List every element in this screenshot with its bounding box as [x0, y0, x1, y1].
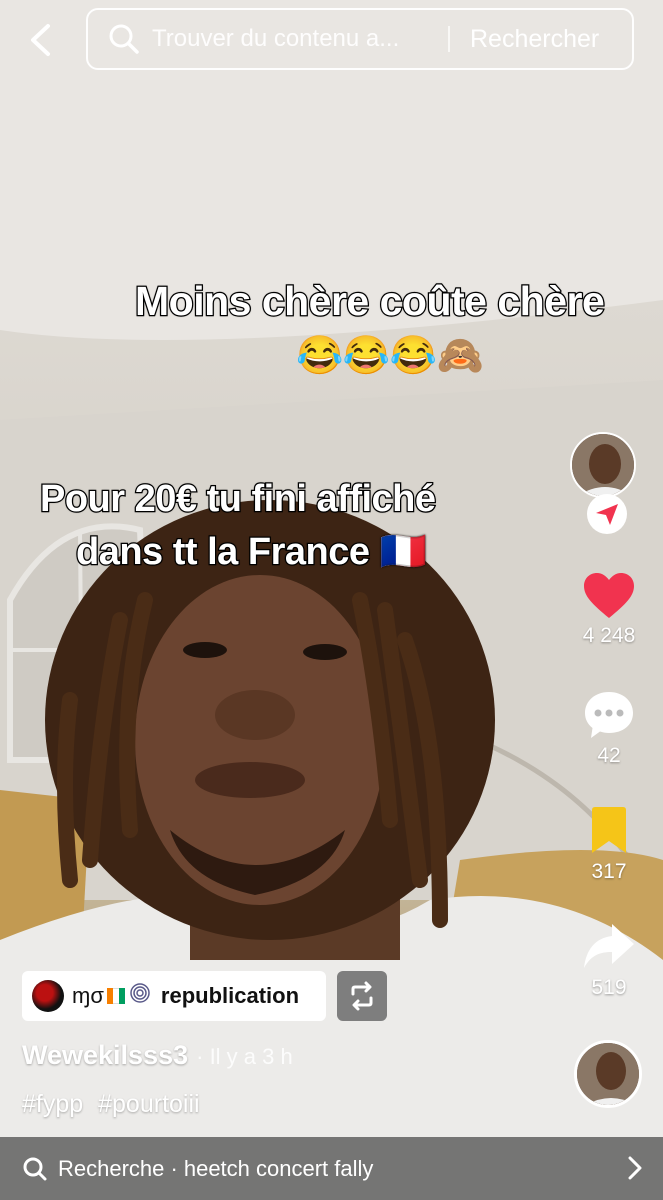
hashtag[interactable]: #fypp	[22, 1090, 83, 1118]
save-button[interactable]: 317	[569, 806, 649, 884]
caption-line-3: dans tt la France 🇫🇷	[75, 530, 428, 575]
related-search-query: heetch concert fally	[183, 1155, 374, 1181]
like-count: 4 248	[582, 624, 636, 647]
comment-button[interactable]: 42	[569, 690, 649, 768]
follow-button[interactable]	[587, 494, 627, 534]
hashtag[interactable]: #pourtoiii	[98, 1090, 199, 1118]
caption-line-2: Pour 20€ tu fini affiché	[39, 477, 438, 522]
search-button[interactable]: Rechercher	[470, 25, 599, 54]
author-line: Wewekilsss3 · Il y a 3 h	[22, 1040, 293, 1071]
repost-user-avatar	[32, 980, 64, 1012]
chevron-right-icon	[627, 1155, 643, 1186]
repost-label: republication	[160, 983, 300, 1008]
share-count: 519	[591, 976, 627, 999]
heart-icon	[584, 573, 634, 618]
save-count: 317	[591, 860, 627, 883]
caption-emoji-line: 😂😂😂🙈	[296, 335, 484, 377]
bookmark-icon	[592, 807, 626, 853]
comment-icon	[585, 692, 633, 738]
post-time: · Il y a 3 h	[196, 1044, 293, 1069]
repost-username: ɱσ	[72, 983, 104, 1008]
share-button[interactable]: 519	[569, 922, 649, 1000]
back-button[interactable]	[20, 18, 60, 62]
search-input[interactable]	[152, 19, 442, 59]
related-search-bar[interactable]: Recherche · heetch concert fally	[0, 1137, 663, 1200]
related-search-label: Recherche ·	[58, 1155, 178, 1181]
ivory-coast-flag-icon	[106, 988, 125, 1004]
creator-avatar[interactable]	[570, 432, 636, 498]
repost-icon	[351, 981, 373, 1011]
caption-line-1: Moins chère coûte chère	[134, 277, 606, 326]
hashtags: #fypp #pourtoiii	[22, 1090, 208, 1119]
search-divider	[448, 26, 450, 52]
sound-disc[interactable]	[574, 1040, 642, 1108]
share-icon	[584, 924, 634, 968]
fingerprint-icon	[129, 982, 151, 1010]
repost-chip[interactable]: ɱσ republication	[22, 971, 326, 1021]
search-icon	[22, 1155, 50, 1183]
search-icon	[108, 22, 142, 56]
repost-button[interactable]	[337, 971, 387, 1021]
send-icon	[596, 504, 618, 525]
like-button[interactable]: 4 248	[569, 572, 649, 648]
chevron-left-icon	[31, 24, 50, 56]
author-name[interactable]: Wewekilsss3	[22, 1040, 188, 1071]
comment-count: 42	[597, 744, 621, 767]
search-box[interactable]: Rechercher	[86, 8, 634, 70]
